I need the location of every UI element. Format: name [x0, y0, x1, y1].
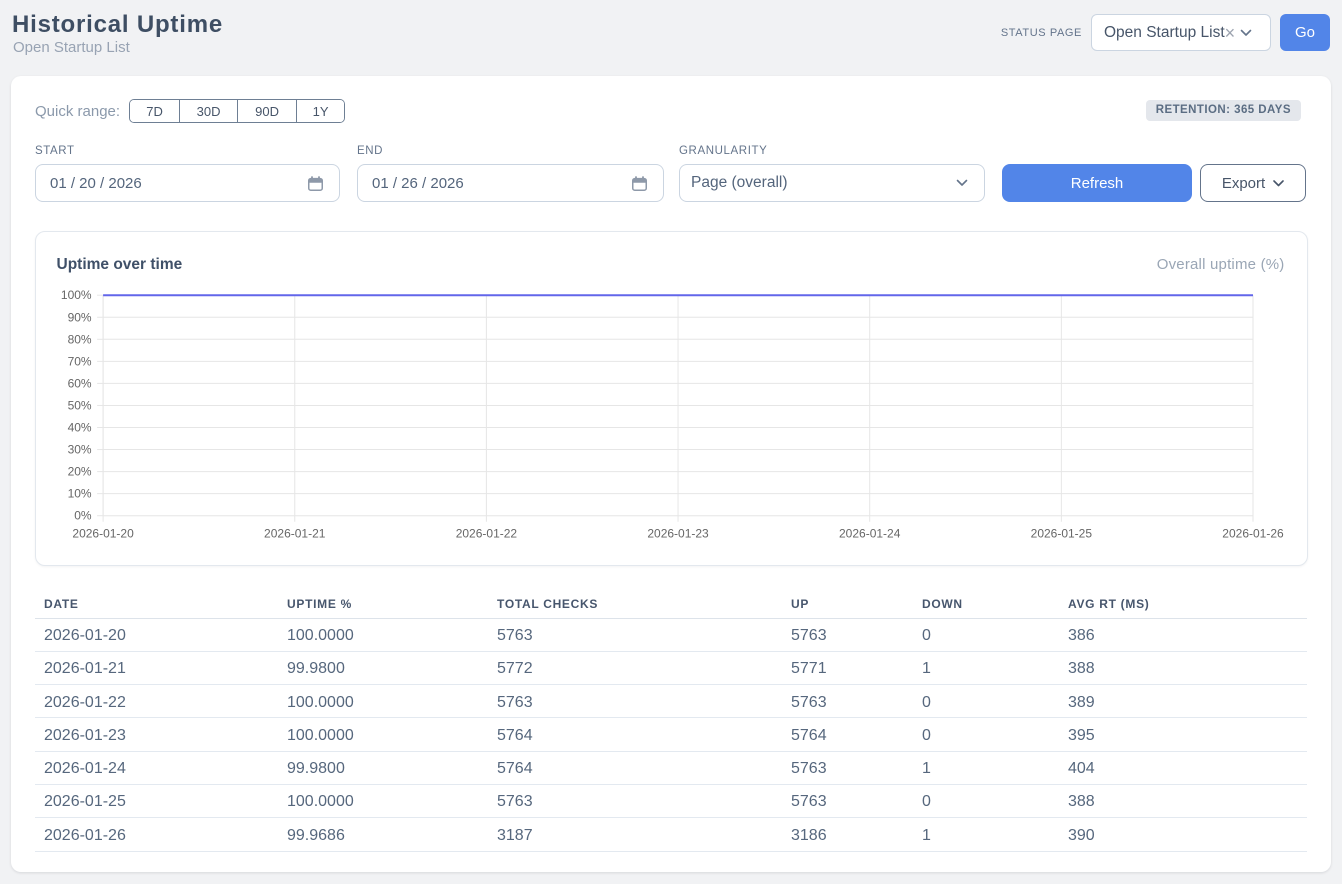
svg-text:60%: 60%	[67, 376, 91, 390]
svg-text:30%: 30%	[67, 443, 91, 457]
svg-text:70%: 70%	[67, 354, 91, 368]
svg-text:2026-01-20: 2026-01-20	[72, 527, 134, 541]
svg-text:80%: 80%	[67, 332, 91, 346]
svg-text:2026-01-22: 2026-01-22	[455, 527, 517, 541]
svg-text:40%: 40%	[67, 421, 91, 435]
svg-text:2026-01-21: 2026-01-21	[264, 527, 326, 541]
svg-text:20%: 20%	[67, 465, 91, 479]
svg-text:10%: 10%	[67, 487, 91, 501]
svg-text:100%: 100%	[60, 288, 91, 302]
svg-text:2026-01-26: 2026-01-26	[1222, 527, 1284, 541]
svg-text:2026-01-24: 2026-01-24	[839, 527, 901, 541]
svg-text:90%: 90%	[67, 310, 91, 324]
svg-text:0%: 0%	[74, 509, 92, 523]
svg-text:2026-01-25: 2026-01-25	[1030, 527, 1092, 541]
svg-text:2026-01-23: 2026-01-23	[647, 527, 709, 541]
svg-text:50%: 50%	[67, 398, 91, 412]
